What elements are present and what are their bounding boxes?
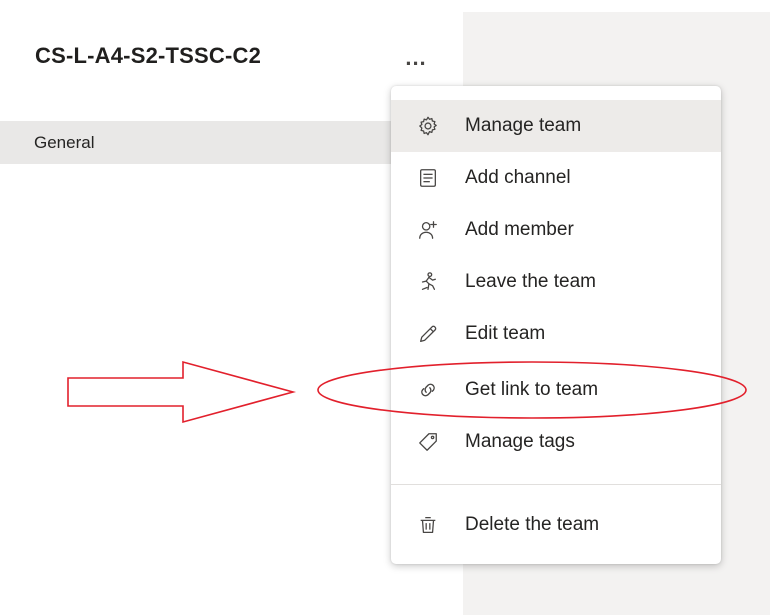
menu-item-label: Manage tags — [465, 431, 575, 452]
link-icon — [417, 379, 439, 401]
gear-icon — [417, 115, 439, 137]
menu-item-manage-tags[interactable]: Manage tags — [391, 416, 721, 468]
annotation-arrow — [67, 360, 297, 424]
channel-list-icon — [417, 167, 439, 189]
tag-icon — [417, 431, 439, 453]
more-options-button[interactable]: ... — [398, 42, 434, 74]
menu-divider — [391, 484, 721, 485]
menu-item-edit-team[interactable]: Edit team — [391, 308, 721, 360]
channel-label: General — [34, 133, 95, 152]
menu-item-label: Delete the team — [465, 514, 600, 535]
menu-item-label: Manage team — [465, 115, 582, 136]
running-person-icon — [417, 271, 439, 293]
menu-item-delete-team[interactable]: Delete the team — [391, 499, 721, 551]
trash-icon — [417, 514, 439, 536]
menu-item-label: Edit team — [465, 323, 546, 344]
pencil-icon — [417, 323, 439, 345]
menu-item-leave-team[interactable]: Leave the team — [391, 256, 721, 308]
menu-item-label: Add member — [465, 219, 574, 240]
menu-item-manage-team[interactable]: Manage team — [391, 100, 721, 152]
menu-item-label: Get link to team — [465, 379, 599, 400]
menu-item-add-channel[interactable]: Add channel — [391, 152, 721, 204]
add-person-icon — [417, 219, 439, 241]
menu-item-get-link[interactable]: Get link to team — [391, 364, 721, 416]
team-context-menu: Manage team Add channel Add member Leave… — [391, 86, 721, 564]
menu-item-add-member[interactable]: Add member — [391, 204, 721, 256]
menu-item-label: Leave the team — [465, 271, 596, 292]
team-name: CS-L-A4-S2-TSSC-C2 — [35, 43, 262, 68]
menu-item-label: Add channel — [465, 167, 571, 188]
